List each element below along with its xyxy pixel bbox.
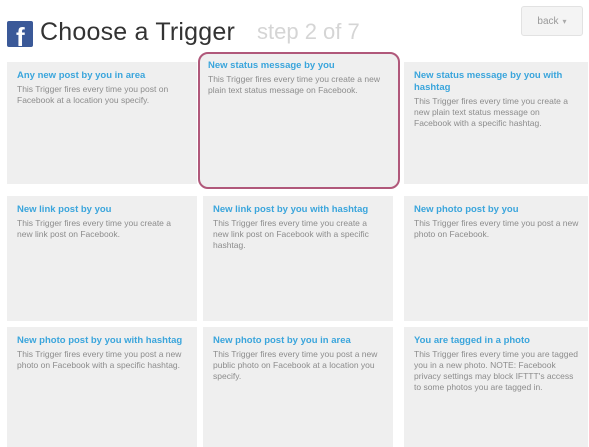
trigger-title: New status message by you xyxy=(208,60,335,71)
trigger-title: New link post by you xyxy=(17,204,112,215)
facebook-icon: f xyxy=(7,21,33,47)
trigger-tile[interactable]: New status message by you with hashtag T… xyxy=(404,62,588,184)
trigger-description: This Trigger fires every time you post o… xyxy=(17,84,169,105)
chevron-down-icon: ▾ xyxy=(562,16,567,26)
trigger-title: New link post by you with hashtag xyxy=(213,204,369,215)
trigger-tile-selected[interactable]: New status message by you This Trigger f… xyxy=(198,52,400,189)
trigger-title: New status message by you with hashtag xyxy=(414,70,563,93)
trigger-tile[interactable]: New photo post by you with hashtag This … xyxy=(7,327,197,447)
trigger-title: You are tagged in a photo xyxy=(414,335,530,346)
trigger-description: This Trigger fires every time you create… xyxy=(17,218,172,239)
trigger-description: This Trigger fires every time you create… xyxy=(213,218,369,250)
trigger-tile[interactable]: New link post by you with hashtag This T… xyxy=(203,196,393,321)
trigger-tile[interactable]: New photo post by you in area This Trigg… xyxy=(203,327,393,447)
trigger-tile[interactable]: New link post by you This Trigger fires … xyxy=(7,196,197,321)
trigger-description: This Trigger fires every time you create… xyxy=(414,96,569,128)
trigger-description: This Trigger fires every time you are ta… xyxy=(414,349,578,392)
trigger-tile[interactable]: New photo post by you This Trigger fires… xyxy=(404,196,588,321)
trigger-description: This Trigger fires every time you create… xyxy=(208,74,380,95)
back-button[interactable]: back ▾ xyxy=(521,6,583,36)
trigger-tile[interactable]: Any new post by you in area This Trigger… xyxy=(7,62,197,184)
trigger-description: This Trigger fires every time you post a… xyxy=(213,349,378,381)
facebook-letter: f xyxy=(16,22,25,47)
trigger-title: New photo post by you with hashtag xyxy=(17,335,183,346)
trigger-title: Any new post by you in area xyxy=(17,70,146,81)
trigger-description: This Trigger fires every time you post a… xyxy=(414,218,579,239)
trigger-description: This Trigger fires every time you post a… xyxy=(17,349,182,370)
page-header: f Choose a Trigger step 2 of 7 back ▾ xyxy=(0,0,589,60)
step-indicator: step 2 of 7 xyxy=(257,19,360,44)
back-label: back xyxy=(537,15,559,27)
trigger-title: New photo post by you xyxy=(414,204,519,215)
page-title: Choose a Trigger xyxy=(40,18,235,46)
trigger-title: New photo post by you in area xyxy=(213,335,351,346)
trigger-tile[interactable]: You are tagged in a photo This Trigger f… xyxy=(404,327,588,447)
